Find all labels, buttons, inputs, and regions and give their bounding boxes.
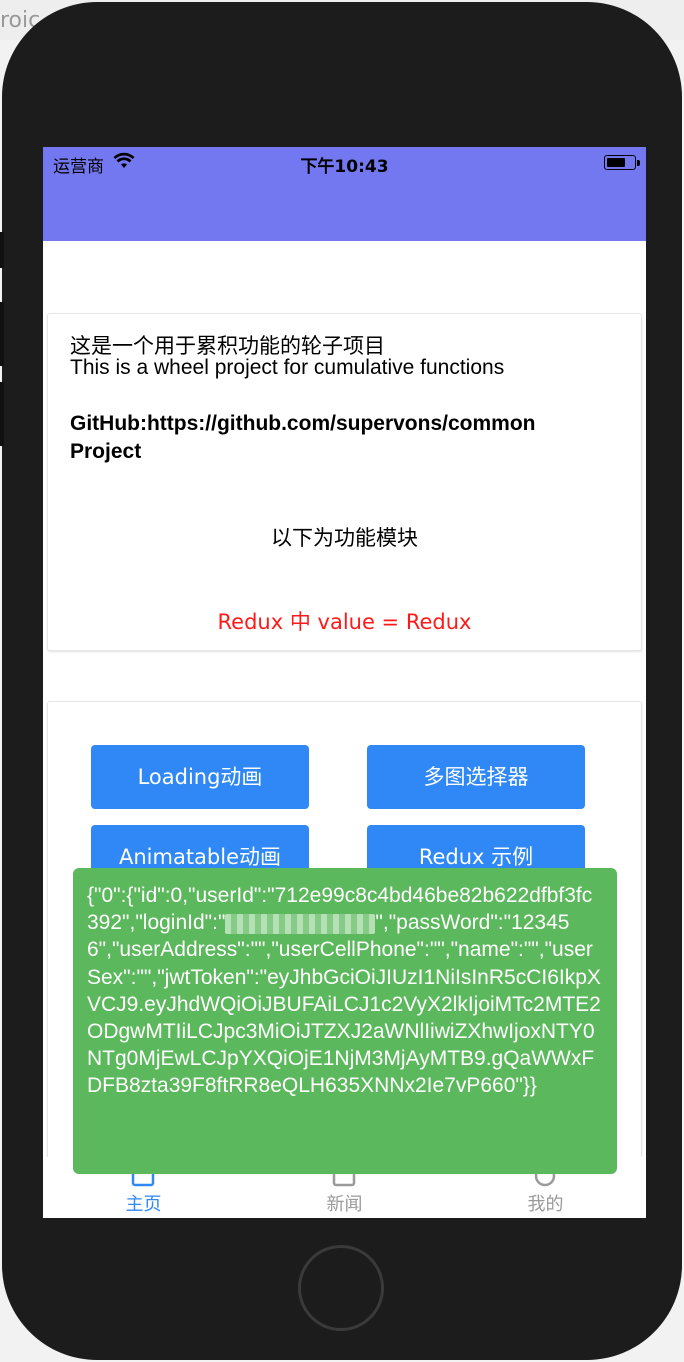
- tab-mine-label: 我的: [527, 1194, 564, 1215]
- home-button[interactable]: [298, 1245, 384, 1331]
- intro-text-en: This is a wheel project for cumulative f…: [70, 356, 505, 379]
- github-link[interactable]: GitHub:https://github.com/supervons/comm…: [70, 410, 540, 466]
- battery-icon: [604, 155, 640, 170]
- tab-news-label: 新闻: [326, 1194, 363, 1215]
- loading-animation-button[interactable]: Loading动画: [91, 745, 309, 809]
- toast-text-after: ","passWord":"123456","userAddress":"","…: [87, 911, 601, 1098]
- tab-home-label: 主页: [125, 1194, 162, 1215]
- image-picker-button[interactable]: 多图选择器: [367, 745, 585, 809]
- redux-value-text: Redux 中 value = Redux: [217, 610, 472, 634]
- status-bar: 运营商 下午10:43: [43, 150, 646, 177]
- redacted-login-id: [225, 913, 376, 934]
- app-screen: 运营商 下午10:43 这是一个用于累积功能的轮子项目 This is a wh…: [43, 147, 646, 1218]
- status-time: 下午10:43: [300, 157, 389, 177]
- intro-card: 这是一个用于累积功能的轮子项目 This is a wheel project …: [47, 313, 642, 651]
- mute-switch: [0, 232, 4, 268]
- modules-heading: 以下为功能模块: [271, 526, 418, 550]
- volume-down-button: [0, 382, 4, 446]
- volume-up-button: [0, 302, 4, 366]
- header-bar: 运营商 下午10:43: [43, 147, 646, 241]
- toast-message: {"0":{"id":0,"userId":"712e99c8c4bd46be8…: [73, 868, 617, 1174]
- toast-text: {"0":{"id":0,"userId":"712e99c8c4bd46be8…: [87, 882, 603, 1100]
